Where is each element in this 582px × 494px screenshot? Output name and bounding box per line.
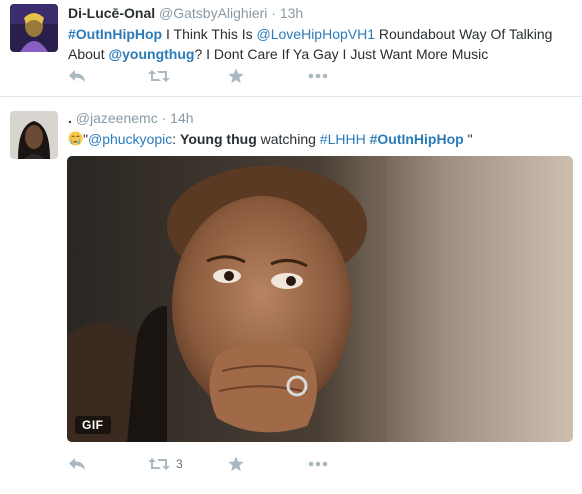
hashtag-link[interactable]: #OutInHipHop: [370, 131, 464, 147]
more-button[interactable]: [308, 66, 328, 86]
tweet-header: . @jazeenemc · 14h: [68, 109, 572, 127]
text-segment: ? I Dont Care If Ya Gay I Just Want More…: [194, 46, 489, 62]
star-icon: [228, 68, 244, 83]
avatar[interactable]: [10, 111, 58, 159]
crying-face-emoji: [68, 131, 83, 146]
timestamp[interactable]: 14h: [170, 110, 193, 126]
mention-link[interactable]: @phuckyopic: [88, 131, 172, 147]
tweet-content: . @jazeenemc · 14h " @phuckyopic: Young t…: [68, 109, 572, 149]
text-segment: Young thug: [180, 131, 257, 147]
avatar[interactable]: [10, 4, 58, 52]
username[interactable]: @jazeenemc: [76, 110, 158, 126]
separator: ·: [271, 5, 276, 21]
username[interactable]: @GatsbyAlighieri: [159, 5, 267, 21]
favorite-button[interactable]: [228, 454, 244, 474]
reply-button[interactable]: [68, 66, 86, 86]
retweet-icon: [148, 458, 170, 470]
tweet-feed: Di-Lucē-Onal @GatsbyAlighieri · 13h #Out…: [0, 0, 582, 494]
mention-link[interactable]: @youngthug: [108, 46, 194, 62]
text-segment: I Think This Is: [162, 26, 257, 42]
text-segment: :: [172, 131, 181, 147]
retweet-count: 3: [176, 457, 183, 471]
more-icon: [308, 461, 328, 467]
favorite-button[interactable]: [228, 66, 244, 86]
separator: ·: [161, 110, 167, 126]
gif-media[interactable]: GIF: [67, 156, 573, 442]
hashtag-link[interactable]: #LHHH: [320, 131, 366, 147]
tweet-text: "@phuckyopic: Young thug watching #LHHH …: [68, 129, 572, 149]
timestamp[interactable]: 13h: [280, 5, 303, 21]
hashtag-link[interactable]: #OutInHipHop: [68, 26, 162, 42]
more-button[interactable]: [308, 454, 328, 474]
mention-link[interactable]: @LoveHipHopVH1: [257, 26, 376, 42]
tweet-content: Di-Lucē-Onal @GatsbyAlighieri · 13h #Out…: [68, 4, 572, 64]
reply-icon: [69, 70, 85, 82]
retweet-button[interactable]: [148, 66, 176, 86]
text-segment: ": [463, 131, 473, 147]
gif-badge: GIF: [75, 416, 111, 434]
star-icon: [228, 456, 244, 471]
reply-button[interactable]: [68, 454, 86, 474]
fullname[interactable]: Di-Lucē-Onal: [68, 5, 155, 21]
text-segment: watching: [256, 131, 320, 147]
tweet[interactable]: . @jazeenemc · 14h " @phuckyopic: Young t…: [0, 97, 582, 494]
tweet[interactable]: Di-Lucē-Onal @GatsbyAlighieri · 13h #Out…: [0, 0, 582, 97]
fullname[interactable]: .: [68, 110, 72, 126]
more-icon: [308, 73, 328, 79]
retweet-button[interactable]: 3: [148, 454, 183, 474]
retweet-icon: [148, 70, 170, 82]
reply-icon: [69, 458, 85, 470]
tweet-text: #OutInHipHop I Think This Is @LoveHipHop…: [68, 24, 568, 64]
tweet-header: Di-Lucē-Onal @GatsbyAlighieri · 13h: [68, 4, 572, 22]
gif-preview-image: [67, 156, 573, 442]
